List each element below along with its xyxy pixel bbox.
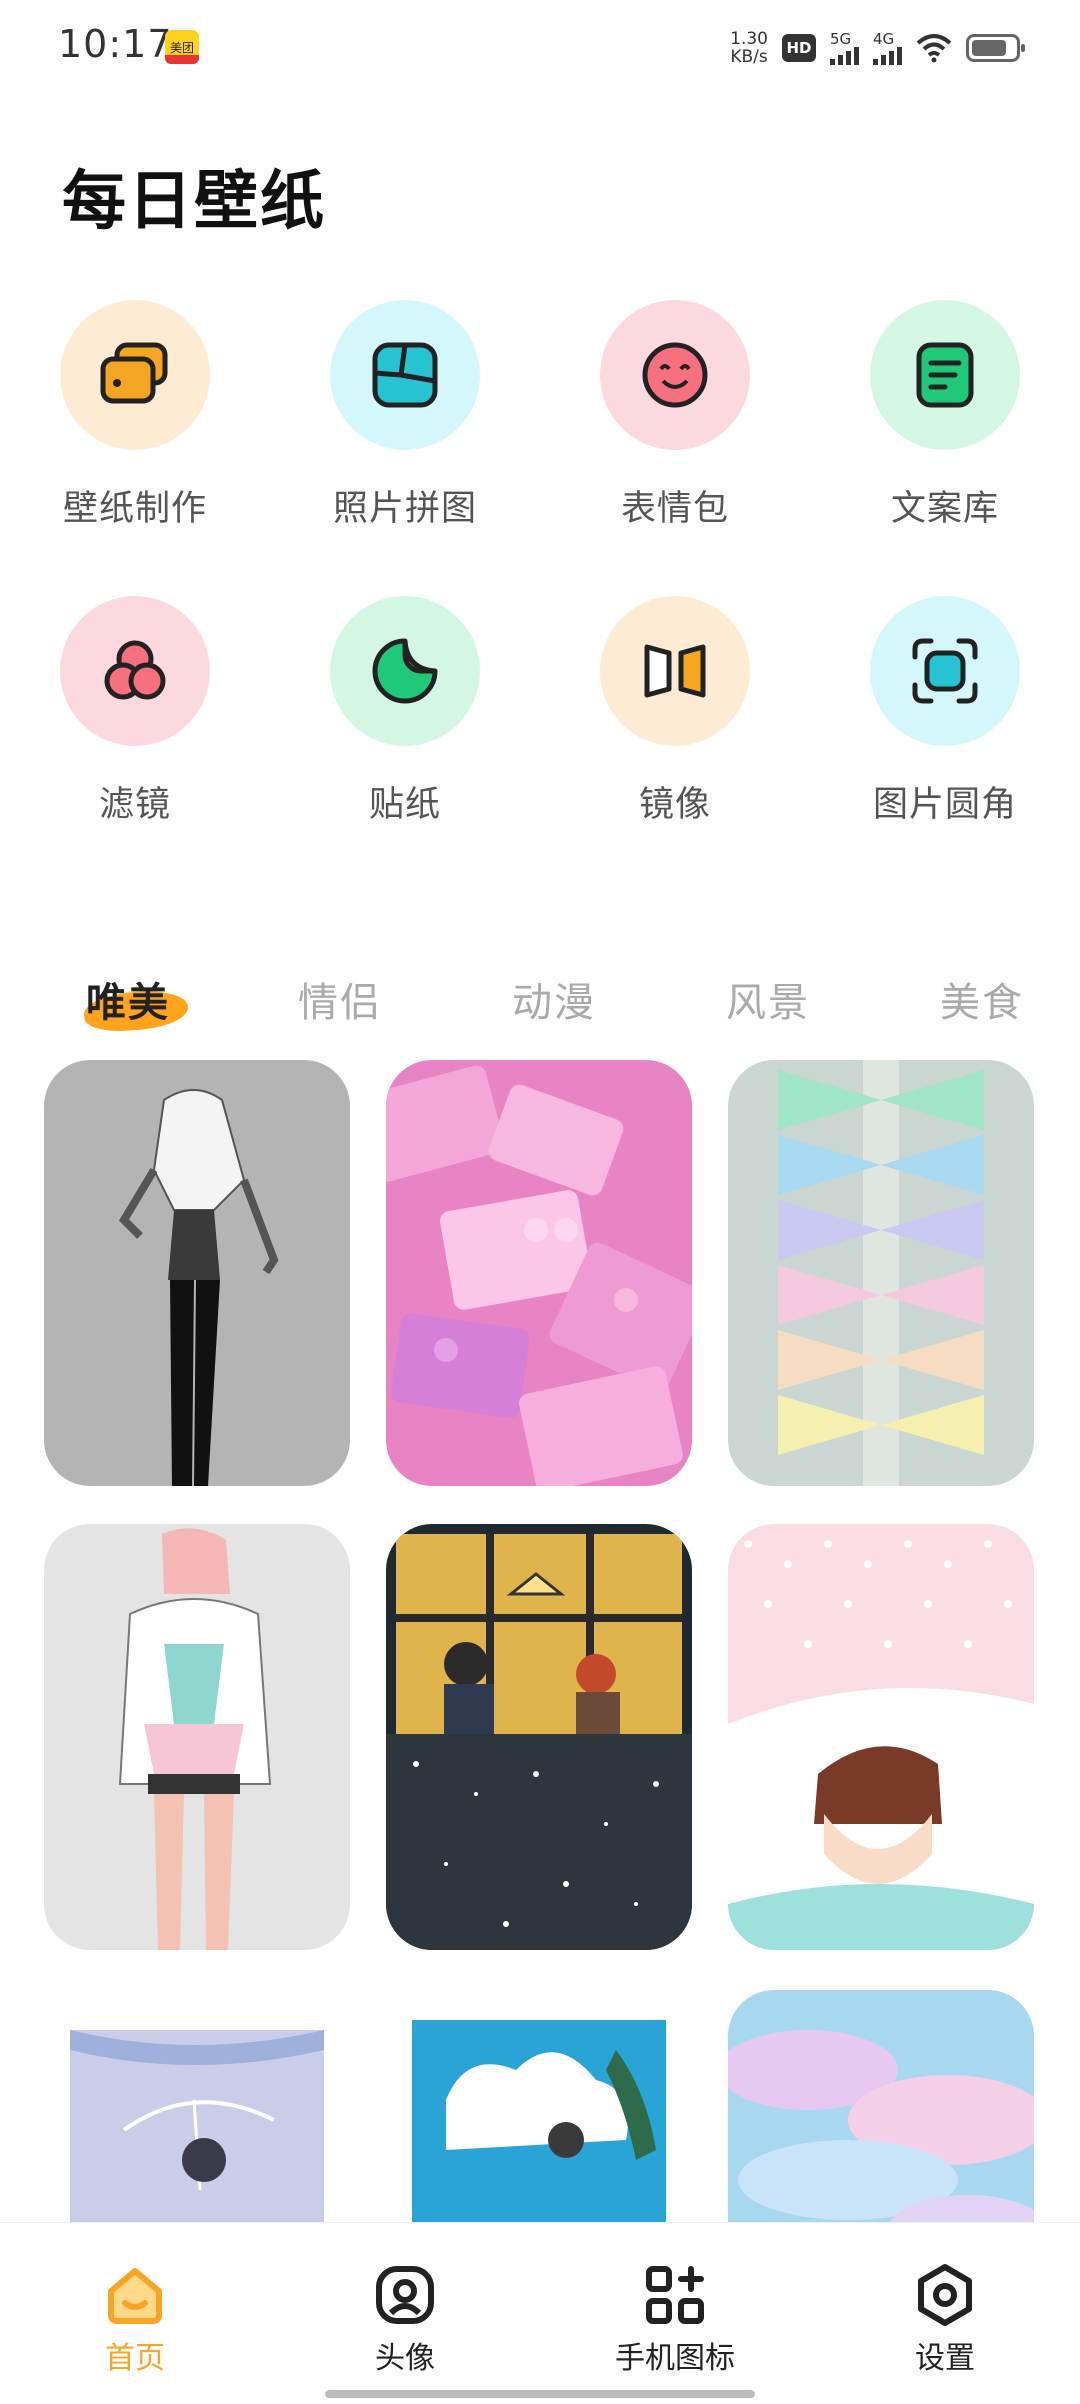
- wifi-icon: [916, 34, 952, 63]
- tool-copywriting[interactable]: 文案库: [810, 300, 1080, 531]
- nav-phone-icons[interactable]: 手机图标: [540, 2263, 810, 2377]
- tab-anime[interactable]: 动漫: [512, 970, 596, 1028]
- tool-wallpaper-make[interactable]: 壁纸制作: [0, 300, 270, 531]
- nav-label: 设置: [915, 2341, 975, 2376]
- status-indicators: 1.30 KB/s HD 5G 4G: [730, 26, 1025, 70]
- sim2-label: 4G: [873, 29, 895, 48]
- wallpaper-thumbnail[interactable]: [44, 1990, 350, 2225]
- nav-settings[interactable]: 设置: [810, 2263, 1080, 2377]
- status-time: 10:17: [58, 22, 173, 66]
- wallpaper-thumbnail[interactable]: [728, 1990, 1034, 2225]
- tool-photo-collage[interactable]: 照片拼图: [270, 300, 540, 531]
- bottom-navigation: 首页 头像 手机图标 设置: [0, 2222, 1080, 2404]
- hd-icon: HD: [782, 34, 816, 62]
- wallpaper-thumbnail[interactable]: [44, 1060, 350, 1486]
- wallpaper-thumbnail[interactable]: [386, 1524, 692, 1950]
- net-speed-value: 1.30: [730, 29, 768, 49]
- filter-circles-icon: [60, 596, 210, 746]
- tab-beautiful[interactable]: 唯美: [86, 970, 170, 1028]
- avatar-icon: [376, 2266, 434, 2324]
- tool-label: 贴纸: [368, 785, 441, 825]
- tool-label: 镜像: [638, 785, 711, 825]
- wallpaper-thumbnail[interactable]: [386, 1060, 692, 1486]
- nav-label: 首页: [105, 2341, 165, 2376]
- tool-label: 壁纸制作: [62, 489, 207, 529]
- status-bar: 10:17 美团 1.30 KB/s HD 5G 4G: [0, 0, 1080, 96]
- tool-label: 滤镜: [98, 785, 171, 825]
- tool-label: 照片拼图: [332, 489, 477, 529]
- meituan-app-icon: 美团: [165, 30, 199, 64]
- apps-icon: [646, 2266, 704, 2324]
- signal-5g-icon: 5G: [830, 29, 859, 65]
- home-icon: [108, 2268, 162, 2324]
- mirror-icon: [600, 596, 750, 746]
- sticker-icon: [330, 596, 480, 746]
- net-speed-unit: KB/s: [730, 47, 768, 67]
- battery-icon: [966, 34, 1025, 62]
- tool-label: 文案库: [890, 489, 999, 529]
- wallpaper-thumbnail[interactable]: [386, 1990, 692, 2225]
- sim1-label: 5G: [830, 29, 852, 48]
- tool-meme[interactable]: 表情包: [540, 300, 810, 531]
- tool-label: 图片圆角: [872, 785, 1017, 825]
- tool-mirror[interactable]: 镜像: [540, 596, 810, 827]
- smiley-icon: [600, 300, 750, 450]
- wallpaper-thumbnail[interactable]: [728, 1524, 1034, 1950]
- wallpaper-gallery: [0, 1060, 1080, 2225]
- collage-icon: [330, 300, 480, 450]
- tab-couple[interactable]: 情侣: [298, 970, 382, 1028]
- tool-rounded-corners[interactable]: 图片圆角: [810, 596, 1080, 827]
- nav-label: 手机图标: [615, 2341, 735, 2376]
- nav-avatar[interactable]: 头像: [270, 2263, 540, 2377]
- network-speed: 1.30 KB/s: [730, 30, 768, 66]
- tool-sticker[interactable]: 贴纸: [270, 596, 540, 827]
- nav-label: 头像: [375, 2341, 435, 2376]
- category-tabs: 唯美 情侣 动漫 风景 美食: [0, 970, 1080, 1040]
- tool-filter[interactable]: 滤镜: [0, 596, 270, 827]
- app-badge-text: 美团: [169, 40, 194, 55]
- tab-scenery[interactable]: 风景: [726, 970, 810, 1028]
- wallpaper-thumbnail[interactable]: [44, 1524, 350, 1950]
- wallet-cards-icon: [60, 300, 210, 450]
- tool-label: 表情包: [620, 489, 729, 529]
- settings-icon: [918, 2264, 972, 2326]
- rounded-corner-icon: [870, 596, 1020, 746]
- signal-4g-icon: 4G: [873, 29, 902, 65]
- tab-food[interactable]: 美食: [940, 970, 1024, 1028]
- page-title: 每日壁纸: [62, 165, 326, 239]
- document-icon: [870, 300, 1020, 450]
- home-indicator: [325, 2390, 755, 2398]
- wallpaper-thumbnail[interactable]: [728, 1060, 1034, 1486]
- nav-home[interactable]: 首页: [0, 2263, 270, 2377]
